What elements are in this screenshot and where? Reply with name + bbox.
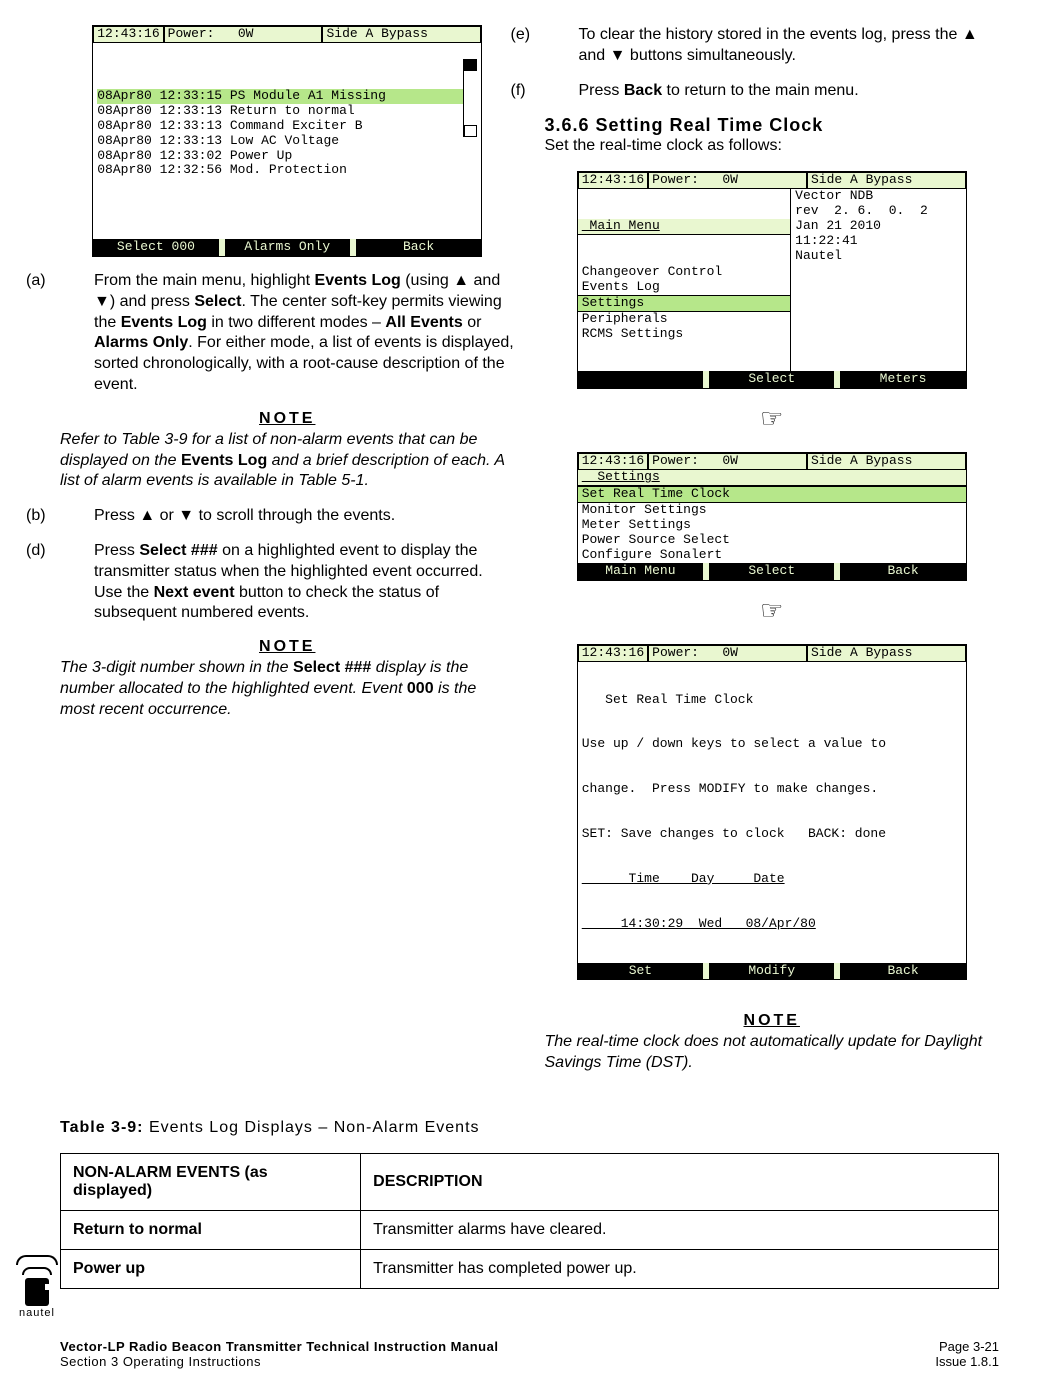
lcd1-btn-select[interactable]: Select 000 [93,239,218,256]
menu-item[interactable]: Monitor Settings [578,503,966,518]
lcd-set-rtc: 12:43:16 Power: 0W Side A Bypass Set Rea… [577,644,967,981]
lcd1-btn-back[interactable]: Back [356,239,481,256]
menu-item[interactable]: Events Log [578,280,790,295]
hand-icon: ☞ [545,595,1000,626]
lcd4-btn-modify[interactable]: Modify [709,963,834,980]
table-row: Return to normalTransmitter alarms have … [61,1210,999,1249]
event-row[interactable]: 08Apr80 12:32:56 Mod. Protection [97,163,477,178]
lcd4-btn-set[interactable]: Set [578,963,703,980]
lcd4-vals: 14:30:29 Wed 08/Apr/80 [582,917,962,932]
menu-item[interactable]: Set Real Time Clock [578,486,966,503]
event-desc-cell: Transmitter alarms have cleared. [361,1210,999,1249]
lcd4-line2: change. Press MODIFY to make changes. [582,782,962,797]
lcd1-time: 12:43:16 [93,26,163,43]
table-row: Power upTransmitter has completed power … [61,1249,999,1288]
event-row[interactable]: 08Apr80 12:33:13 Low AC Voltage [97,134,477,149]
lcd2-side: Side A Bypass [807,172,966,189]
section-intro: Set the real-time clock as follows: [545,136,1000,157]
note1-heading: NOTE [60,410,515,428]
th-events: NON-ALARM EVENTS (as displayed) [73,1164,268,1199]
note3-heading: NOTE [545,1012,1000,1030]
step-f: (f)Press Back to return to the main menu… [579,81,1000,102]
lcd3-btn-mainmenu[interactable]: Main Menu [578,563,703,580]
info-line: Vector NDB [795,189,966,204]
lcd1-btn-mode[interactable]: Alarms Only [225,239,350,256]
lcd3-btn-back[interactable]: Back [840,563,965,580]
lcd4-line1: Use up / down keys to select a value to [582,737,962,752]
lcd-settings: 12:43:16 Power: 0W Side A Bypass Setting… [577,452,967,581]
lcd3-title: Settings [578,470,966,486]
lcd2-title: Main Menu [578,219,790,235]
step-a: (a)From the main menu, highlight Events … [94,271,515,396]
note3-body: The real-time clock does not automatical… [545,1032,1000,1074]
lcd-main-menu: 12:43:16 Power: 0W Side A Bypass Main Me… [577,171,967,389]
event-name-cell: Power up [61,1249,361,1288]
info-line: 11:22:41 [795,234,966,249]
lcd2-btn-select[interactable]: Select [709,371,834,388]
event-row[interactable]: 08Apr80 12:33:13 Return to normal [97,104,477,119]
lcd3-btn-select[interactable]: Select [709,563,834,580]
info-line: Jan 21 2010 [795,219,966,234]
menu-item[interactable]: Meter Settings [578,518,966,533]
lcd1-side: Side A Bypass [322,26,481,43]
lcd4-time: 12:43:16 [578,645,648,662]
event-row[interactable]: 08Apr80 12:33:15 PS Module A1 Missing [97,89,477,104]
logo-text: nautel [12,1307,62,1319]
menu-item[interactable]: Peripherals [578,312,790,327]
lcd4-power: Power: 0W [648,645,807,662]
section-heading: 3.6.6 Setting Real Time Clock [545,115,1000,136]
lcd3-side: Side A Bypass [807,453,966,470]
note2-heading: NOTE [60,638,515,656]
page-footer: Vector-LP Radio Beacon Transmitter Techn… [60,1339,999,1369]
lcd3-power: Power: 0W [648,453,807,470]
events-table: NON-ALARM EVENTS (as displayed) DESCRIPT… [60,1153,999,1289]
lcd1-body: 08Apr80 12:33:15 PS Module A1 Missing08A… [93,43,481,239]
lcd4-btn-back[interactable]: Back [840,963,965,980]
table-caption: Table 3-9: Events Log Displays – Non-Ala… [60,1118,999,1139]
info-line: Nautel [795,249,966,264]
menu-item[interactable]: RCMS Settings [578,327,790,342]
lcd3-time: 12:43:16 [578,453,648,470]
event-name-cell: Return to normal [61,1210,361,1249]
lcd2-time: 12:43:16 [578,172,648,189]
footer-section: Section 3 Operating Instructions [60,1354,498,1369]
lcd4-side: Side A Bypass [807,645,966,662]
step-d: (d)Press Select ### on a highlighted eve… [94,541,515,624]
menu-item[interactable]: Configure Sonalert [578,548,966,563]
menu-item[interactable]: Changeover Control [578,265,790,280]
step-e: (e)To clear the history stored in the ev… [579,25,1000,67]
lcd-events-log: 12:43:16 Power: 0W Side A Bypass 08Apr80… [92,25,482,257]
step-b: (b)Press ▲ or ▼ to scroll through the ev… [94,506,515,527]
event-row[interactable]: 08Apr80 12:33:13 Command Exciter B [97,119,477,134]
hand-icon: ☞ [545,403,1000,434]
footer-title: Vector-LP Radio Beacon Transmitter Techn… [60,1339,498,1354]
note1-body: Refer to Table 3-9 for a list of non-ala… [60,430,515,492]
lcd2-power: Power: 0W [648,172,807,189]
lcd4-line3: SET: Save changes to clock BACK: done [582,827,962,842]
event-row[interactable]: 08Apr80 12:33:02 Power Up [97,149,477,164]
footer-issue: Issue 1.8.1 [935,1354,999,1369]
info-line: rev 2. 6. 0. 2 [795,204,966,219]
lcd2-btn1[interactable] [578,371,703,388]
lcd4-cols: Time Day Date [582,872,962,887]
lcd1-power: Power: 0W [164,26,323,43]
scrollbar[interactable] [463,59,477,137]
menu-item[interactable]: Settings [578,295,790,312]
th-desc: DESCRIPTION [373,1173,482,1190]
nautel-logo: nautel [12,1253,62,1319]
lcd2-btn-meters[interactable]: Meters [840,371,965,388]
menu-item[interactable]: Power Source Select [578,533,966,548]
lcd4-title: Set Real Time Clock [582,693,962,708]
note2-body: The 3-digit number shown in the Select #… [60,658,515,720]
event-desc-cell: Transmitter has completed power up. [361,1249,999,1288]
footer-page: Page 3-21 [935,1339,999,1354]
